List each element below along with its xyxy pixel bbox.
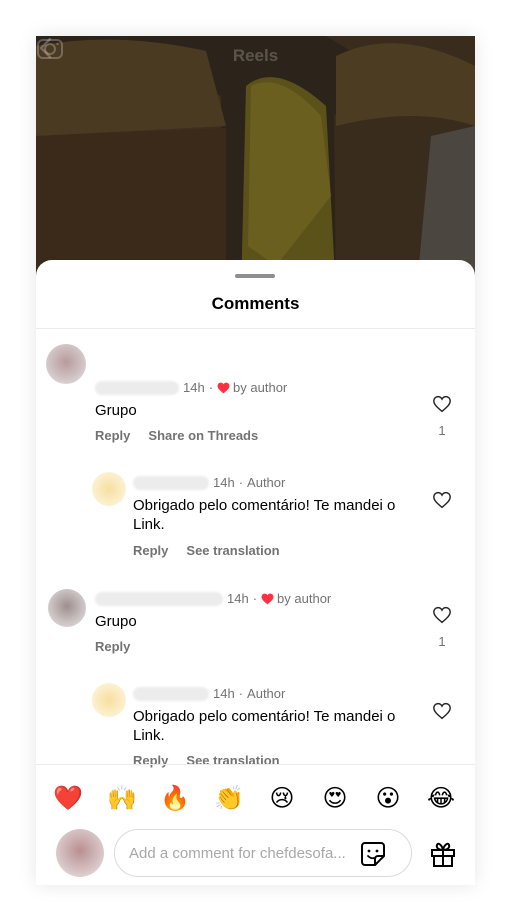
reply-text: Obrigado pelo comentário! Te mandei o Li…: [133, 708, 396, 744]
username-blurred[interactable]: [95, 591, 223, 606]
reel-video-background: Reels: [36, 36, 475, 296]
comment-time: 14h: [213, 686, 235, 701]
gift-icon[interactable]: [429, 840, 457, 868]
liked-by-author-text: by author: [233, 380, 288, 395]
liked-by-author-text: by author: [277, 591, 332, 606]
heart-icon[interactable]: [432, 395, 452, 413]
reply-meta: 14h · Author: [133, 686, 285, 701]
divider: [36, 328, 475, 329]
separator: ·: [238, 475, 244, 490]
username-blurred[interactable]: [133, 475, 209, 490]
author-liked-heart-icon: [217, 382, 230, 393]
comment-text: Grupo: [95, 402, 137, 419]
username-blurred[interactable]: [133, 686, 209, 701]
sticker-icon[interactable]: [360, 841, 386, 867]
emoji-laughing[interactable]: 😂: [426, 783, 456, 813]
emoji-surprised[interactable]: 😮: [373, 783, 403, 813]
comment-time: 14h: [227, 591, 249, 606]
reply-meta: 14h · Author: [133, 475, 285, 490]
author-label: Author: [247, 686, 286, 701]
share-on-threads-button[interactable]: Share on Threads: [148, 428, 258, 443]
like-count: 1: [438, 423, 446, 438]
comment-meta: 14h · by author: [95, 380, 287, 395]
author-label: Author: [247, 475, 286, 490]
comment-time: 14h: [213, 475, 235, 490]
camera-icon[interactable]: [36, 36, 64, 60]
separator: ·: [208, 380, 214, 395]
comment-meta: 14h · by author: [95, 591, 331, 606]
avatar: [56, 829, 104, 877]
reply-button[interactable]: Reply: [95, 639, 130, 654]
reel-header: Reels: [36, 36, 475, 76]
avatar[interactable]: [48, 589, 86, 627]
emoji-reaction-bar: ❤️ 🙌 🔥 👏 😢 😍 😮 😂: [36, 764, 475, 828]
emoji-heart-eyes[interactable]: 😍: [320, 783, 350, 813]
sheet-title: Comments: [211, 294, 300, 313]
sheet-drag-handle[interactable]: [235, 274, 275, 278]
emoji-crying[interactable]: 😢: [267, 783, 297, 813]
separator: ·: [252, 591, 258, 606]
reply-button[interactable]: Reply: [95, 428, 130, 443]
username-blurred[interactable]: [95, 380, 179, 395]
reels-comments-screen: Reels Comments 14h · by author Grupo Rep…: [36, 36, 475, 885]
comment-time: 14h: [183, 380, 205, 395]
reply-button[interactable]: Reply: [133, 543, 168, 558]
avatar[interactable]: [92, 683, 126, 717]
comment-actions: Reply Share on Threads: [95, 428, 258, 443]
emoji-clap[interactable]: 👏: [214, 783, 244, 813]
heart-icon[interactable]: [432, 702, 452, 720]
comment-text: Grupo: [95, 613, 137, 630]
like-count: 1: [438, 634, 446, 649]
emoji-raised-hands[interactable]: 🙌: [107, 783, 137, 813]
emoji-heart[interactable]: ❤️: [53, 783, 83, 813]
comment-input-row: [36, 828, 475, 885]
see-translation-button[interactable]: See translation: [186, 543, 279, 558]
reply-text: Obrigado pelo comentário! Te mandei o Li…: [133, 497, 396, 533]
author-liked-heart-icon: [261, 593, 274, 604]
heart-icon[interactable]: [432, 491, 452, 509]
heart-icon[interactable]: [432, 606, 452, 624]
separator: ·: [238, 686, 244, 701]
avatar[interactable]: [92, 472, 126, 506]
reply-actions: Reply See translation: [133, 543, 280, 558]
page-title: Reels: [232, 46, 279, 65]
emoji-fire[interactable]: 🔥: [160, 783, 190, 813]
comment-actions: Reply: [95, 639, 130, 654]
avatar[interactable]: [46, 344, 86, 384]
